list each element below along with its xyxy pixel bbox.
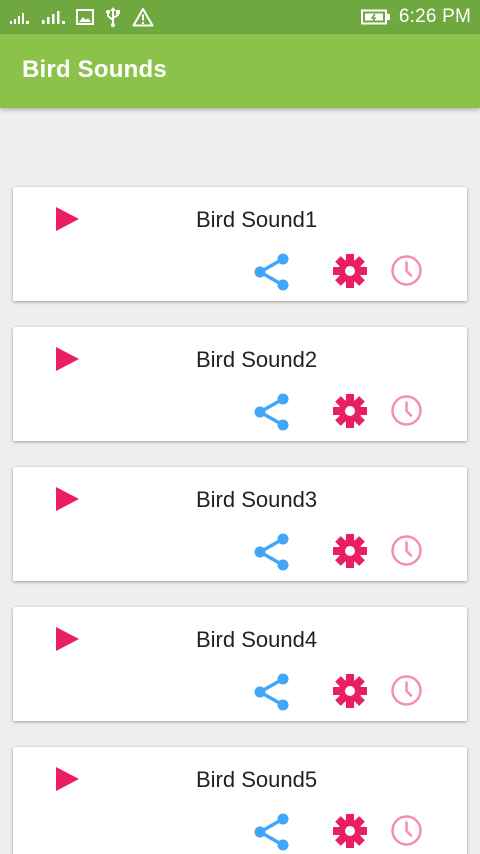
status-icons-left — [10, 6, 154, 28]
play-icon — [56, 347, 79, 371]
settings-button[interactable] — [332, 813, 368, 849]
sound-card: Bird Sound4 — [13, 607, 467, 721]
sound-card: Bird Sound1 — [13, 187, 467, 301]
sound-title: Bird Sound3 — [196, 487, 318, 512]
image-icon — [76, 9, 94, 25]
play-button[interactable] — [53, 205, 81, 233]
battery-icon — [360, 9, 391, 25]
play-icon — [56, 207, 79, 231]
status-bar: 6:26 PM — [0, 0, 480, 34]
gear-icon — [333, 814, 367, 848]
share-icon — [254, 253, 289, 291]
status-time: 6:26 PM — [398, 6, 471, 27]
usb-icon — [104, 7, 122, 27]
sound-card: Bird Sound2 — [13, 327, 467, 441]
sound-card: Bird Sound3 — [13, 467, 467, 581]
gear-icon — [333, 394, 367, 428]
timer-button[interactable] — [390, 394, 423, 427]
play-button[interactable] — [53, 345, 81, 373]
signal-2-icon — [42, 10, 66, 24]
sound-title: Bird Sound1 — [196, 207, 318, 232]
sound-title: Bird Sound5 — [196, 767, 318, 792]
play-icon — [56, 767, 79, 791]
share-button[interactable] — [251, 671, 291, 713]
gear-icon — [333, 254, 367, 288]
warning-icon — [132, 7, 154, 27]
play-button[interactable] — [53, 485, 81, 513]
timer-button[interactable] — [390, 814, 423, 847]
timer-button[interactable] — [390, 674, 423, 707]
gear-icon — [333, 674, 367, 708]
clock-icon — [391, 395, 422, 426]
share-icon — [254, 813, 289, 851]
clock-icon — [391, 675, 422, 706]
share-icon — [254, 533, 289, 571]
sound-title: Bird Sound4 — [196, 627, 318, 652]
gear-icon — [333, 534, 367, 568]
settings-button[interactable] — [332, 673, 368, 709]
share-button[interactable] — [251, 391, 291, 433]
clock-icon — [391, 815, 422, 846]
status-icons-right: 6:26 PM — [360, 6, 471, 28]
share-button[interactable] — [251, 531, 291, 573]
share-button[interactable] — [251, 251, 291, 293]
settings-button[interactable] — [332, 393, 368, 429]
share-button[interactable] — [251, 811, 291, 853]
signal-1-icon — [10, 10, 32, 24]
sound-title: Bird Sound2 — [196, 347, 318, 372]
app-title: Bird Sounds — [22, 56, 167, 83]
sound-card: Bird Sound5 — [13, 747, 467, 854]
share-icon — [254, 393, 289, 431]
app-bar: Bird Sounds — [0, 34, 480, 108]
play-icon — [56, 627, 79, 651]
settings-button[interactable] — [332, 533, 368, 569]
clock-icon — [391, 255, 422, 286]
play-button[interactable] — [53, 765, 81, 793]
sound-list[interactable]: Bird Sound1 Bird Sound2 Bird Sound3 Bird… — [0, 108, 480, 854]
play-button[interactable] — [53, 625, 81, 653]
timer-button[interactable] — [390, 254, 423, 287]
share-icon — [254, 673, 289, 711]
timer-button[interactable] — [390, 534, 423, 567]
settings-button[interactable] — [332, 253, 368, 289]
play-icon — [56, 487, 79, 511]
clock-icon — [391, 535, 422, 566]
